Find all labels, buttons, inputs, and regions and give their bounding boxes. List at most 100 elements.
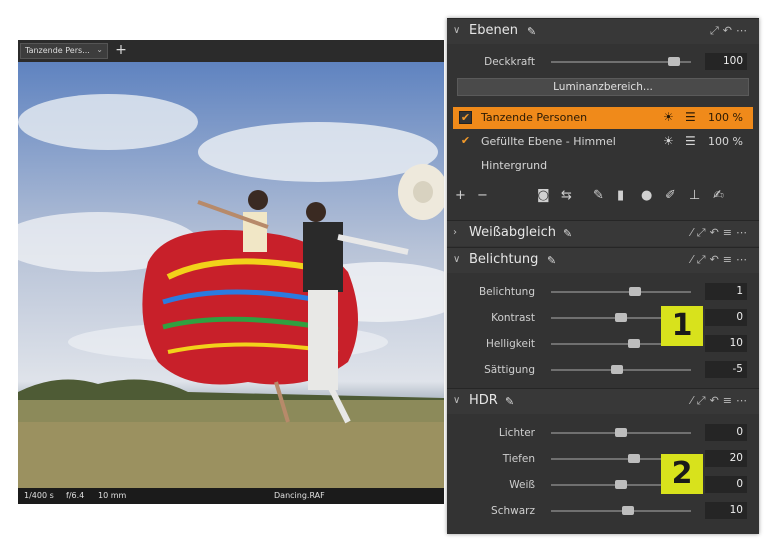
section-header-white-balance[interactable]: › Weißabgleich ✎ ⁄⤢↶≡⋯ <box>447 220 759 246</box>
expand-icon[interactable]: ⤢ <box>697 253 710 266</box>
more-icon[interactable]: ⋯ <box>736 226 751 239</box>
brush-icon[interactable]: ✎ <box>593 188 604 203</box>
layer-row-hintergrund[interactable]: Hintergrund <box>453 155 753 177</box>
sun-icon: ☀ <box>663 110 674 124</box>
stamp-icon[interactable]: ⊥ <box>689 188 700 203</box>
pen-icon[interactable]: ✎ <box>547 254 556 267</box>
section-tools[interactable]: ⁄⤢↶≡⋯ <box>691 394 751 408</box>
slider-value-belichtung[interactable]: 1 <box>705 283 747 300</box>
chevron-down-icon[interactable]: ∨ <box>453 25 460 36</box>
viewer-status-bar: 1/400 s f/6.4 10 mm Dancing.RAF <box>18 488 444 504</box>
tab-tanzende-personen[interactable]: Tanzende Pers... ⌄ <box>20 43 108 59</box>
slider-knob-tiefen[interactable] <box>627 454 640 463</box>
slider-knob-lichter[interactable] <box>615 428 627 437</box>
slider-track-belichtung[interactable] <box>551 291 691 293</box>
aperture: f/6.4 <box>66 491 85 500</box>
slider-value-kontrast[interactable]: 0 <box>705 309 747 326</box>
section-header-exposure[interactable]: ∨ Belichtung ✎ ⁄⤢↶≡⋯ <box>447 247 759 273</box>
sliders-icon: ☰ <box>685 134 696 148</box>
adjustments-panel: ∨ Ebenen ✎ ⤢↶⋯ Deckkraft 100 Luminanzber… <box>447 18 759 534</box>
section-tools[interactable]: ⤢↶⋯ <box>710 24 751 38</box>
slider-label-tiefen: Tiefen <box>502 453 535 465</box>
slider-track-schwarz[interactable] <box>551 510 691 512</box>
layer-toolbar: + − ◙ ⇆ ✎ ▮ ● ✐ ⊥ ✍ <box>455 188 751 208</box>
chevron-down-icon[interactable]: ⌄ <box>96 45 103 54</box>
layer-name: Tanzende Personen <box>481 111 588 124</box>
slider-knob-saettigung[interactable] <box>610 365 623 374</box>
swap-icon[interactable]: ⇆ <box>561 188 572 203</box>
layer-row-gefuellte-ebene[interactable]: ✔ Gefüllte Ebene - Himmel ☀ ☰ 100 % <box>453 131 753 153</box>
eraser-icon[interactable]: ✐ <box>665 188 676 203</box>
mask-icon[interactable]: ◙ <box>537 188 550 203</box>
slider-knob-schwarz[interactable] <box>622 506 634 515</box>
section-title: Belichtung <box>469 252 539 267</box>
slider-label-kontrast: Kontrast <box>491 312 535 324</box>
tab-label: Tanzende Pers... <box>25 46 90 55</box>
checkmark-icon[interactable]: ✔ <box>459 135 472 148</box>
chevron-down-icon[interactable]: ∨ <box>453 395 460 406</box>
layer-name: Hintergrund <box>481 159 548 172</box>
slider-value-schwarz[interactable]: 10 <box>705 502 747 519</box>
section-header-hdr[interactable]: ∨ HDR ✎ ⁄⤢↶≡⋯ <box>447 388 759 414</box>
layer-row-tanzende-personen[interactable]: ✔ Tanzende Personen ☀ ☰ 100 % <box>453 107 753 129</box>
slider-knob-weiss[interactable] <box>615 480 627 489</box>
minus-icon[interactable]: − <box>477 188 488 203</box>
add-tab-button[interactable]: + <box>114 42 128 58</box>
slider-value-helligkeit[interactable]: 10 <box>705 335 747 352</box>
slider-knob-helligkeit[interactable] <box>627 339 640 348</box>
pen-icon[interactable]: ✍ <box>713 188 724 203</box>
pen-icon[interactable]: ✎ <box>563 227 572 240</box>
chevron-right-icon[interactable]: › <box>453 227 457 238</box>
section-title: Weißabgleich <box>469 225 556 240</box>
expand-icon[interactable]: ⤢ <box>697 226 710 239</box>
pen-icon[interactable]: ✎ <box>527 25 536 38</box>
expand-icon[interactable]: ⤢ <box>697 394 710 407</box>
slider-label-helligkeit: Helligkeit <box>486 338 535 350</box>
pen-icon[interactable]: ✎ <box>505 395 514 408</box>
slider-value-weiss[interactable]: 0 <box>705 476 747 493</box>
section-tools[interactable]: ⁄⤢↶≡⋯ <box>691 226 751 240</box>
reset-icon[interactable]: ↶ <box>723 24 736 37</box>
slider-value-lichter[interactable]: 0 <box>705 424 747 441</box>
section-title: HDR <box>469 393 498 408</box>
checkbox-icon[interactable]: ✔ <box>459 111 472 124</box>
gradient-icon[interactable]: ▮ <box>617 188 624 203</box>
expand-icon[interactable]: ⤢ <box>710 24 723 37</box>
menu-icon[interactable]: ≡ <box>723 394 736 407</box>
plus-icon[interactable]: + <box>455 188 466 203</box>
slider-label-lichter: Lichter <box>498 427 535 439</box>
reset-icon[interactable]: ↶ <box>710 226 723 239</box>
menu-icon[interactable]: ≡ <box>723 253 736 266</box>
more-icon[interactable]: ⋯ <box>736 253 751 266</box>
slider-knob-belichtung[interactable] <box>629 287 641 296</box>
opacity-value[interactable]: 100 <box>705 53 747 70</box>
reset-icon[interactable]: ↶ <box>710 253 723 266</box>
radial-icon[interactable]: ● <box>641 188 652 203</box>
slider-label-schwarz: Schwarz <box>491 505 535 517</box>
menu-icon[interactable]: ≡ <box>723 226 736 239</box>
slider-value-tiefen[interactable]: 20 <box>705 450 747 467</box>
layer-opacity: 100 % <box>708 135 743 148</box>
image-viewer: Tanzende Pers... ⌄ + 1/400 s f/6.4 10 mm… <box>18 40 444 504</box>
chevron-down-icon[interactable]: ∨ <box>453 254 460 265</box>
slider-label-saettigung: Sättigung <box>484 364 535 376</box>
sliders-icon: ☰ <box>685 110 696 124</box>
opacity-label: Deckkraft <box>484 56 535 68</box>
photo-canvas[interactable] <box>18 62 444 488</box>
section-tools[interactable]: ⁄⤢↶≡⋯ <box>691 253 751 267</box>
slider-knob-kontrast[interactable] <box>615 313 627 322</box>
opacity-slider-knob[interactable] <box>668 57 681 66</box>
luminance-range-button[interactable]: Luminanzbereich... <box>457 78 749 96</box>
photo-illustration <box>18 62 444 488</box>
more-icon[interactable]: ⋯ <box>736 394 751 407</box>
slider-label-belichtung: Belichtung <box>478 286 535 298</box>
layer-opacity: 100 % <box>708 111 743 124</box>
section-header-layers[interactable]: ∨ Ebenen ✎ ⤢↶⋯ <box>447 18 759 44</box>
viewer-tab-bar: Tanzende Pers... ⌄ + <box>18 40 444 62</box>
shutter-speed: 1/400 s <box>24 491 54 500</box>
slider-label-weiss: Weiß <box>509 479 535 491</box>
layer-name: Gefüllte Ebene - Himmel <box>481 135 616 148</box>
more-icon[interactable]: ⋯ <box>736 24 751 37</box>
reset-icon[interactable]: ↶ <box>710 394 723 407</box>
slider-value-saettigung[interactable]: -5 <box>705 361 747 378</box>
